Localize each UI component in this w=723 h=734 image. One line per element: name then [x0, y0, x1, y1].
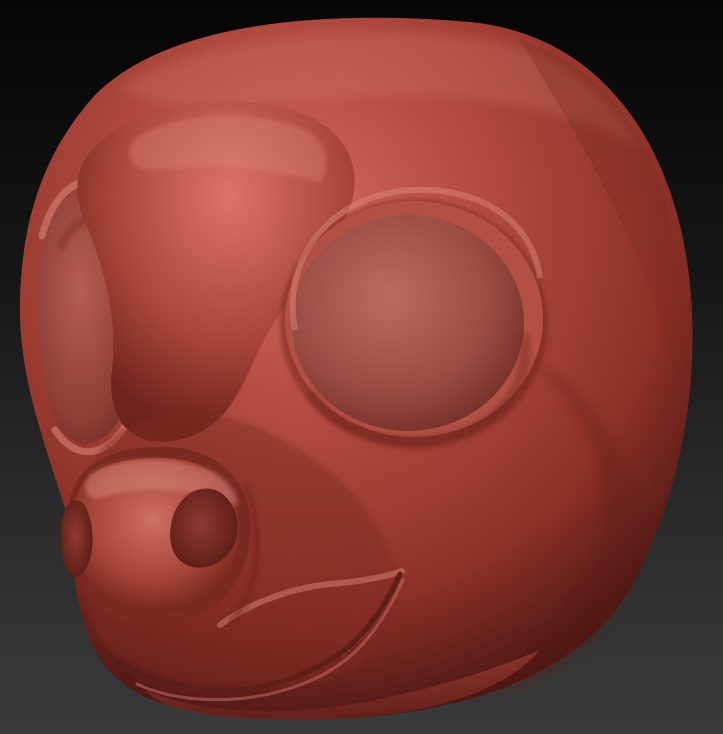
right-eye-socket — [292, 215, 524, 431]
sculpt-view — [19, 17, 693, 721]
viewport[interactable] — [0, 0, 723, 734]
sculpted-head-icon — [19, 17, 693, 721]
